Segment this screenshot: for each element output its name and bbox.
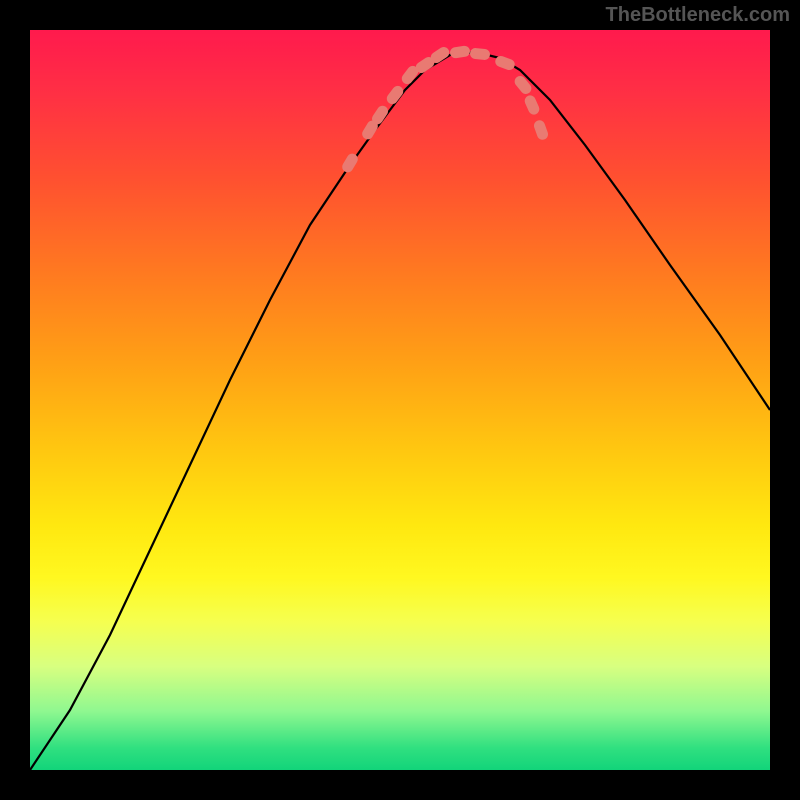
highlight-marker — [449, 45, 470, 59]
highlight-marker — [523, 94, 541, 117]
chart-frame: TheBottleneck.com — [0, 0, 800, 800]
plot-area — [30, 30, 770, 770]
bottleneck-curve-path — [30, 52, 770, 770]
curve-overlay — [30, 30, 770, 770]
highlight-dots — [340, 45, 549, 175]
highlight-marker — [512, 74, 533, 96]
highlight-marker — [470, 48, 491, 61]
highlight-marker — [532, 119, 549, 142]
watermark-text: TheBottleneck.com — [606, 4, 790, 27]
